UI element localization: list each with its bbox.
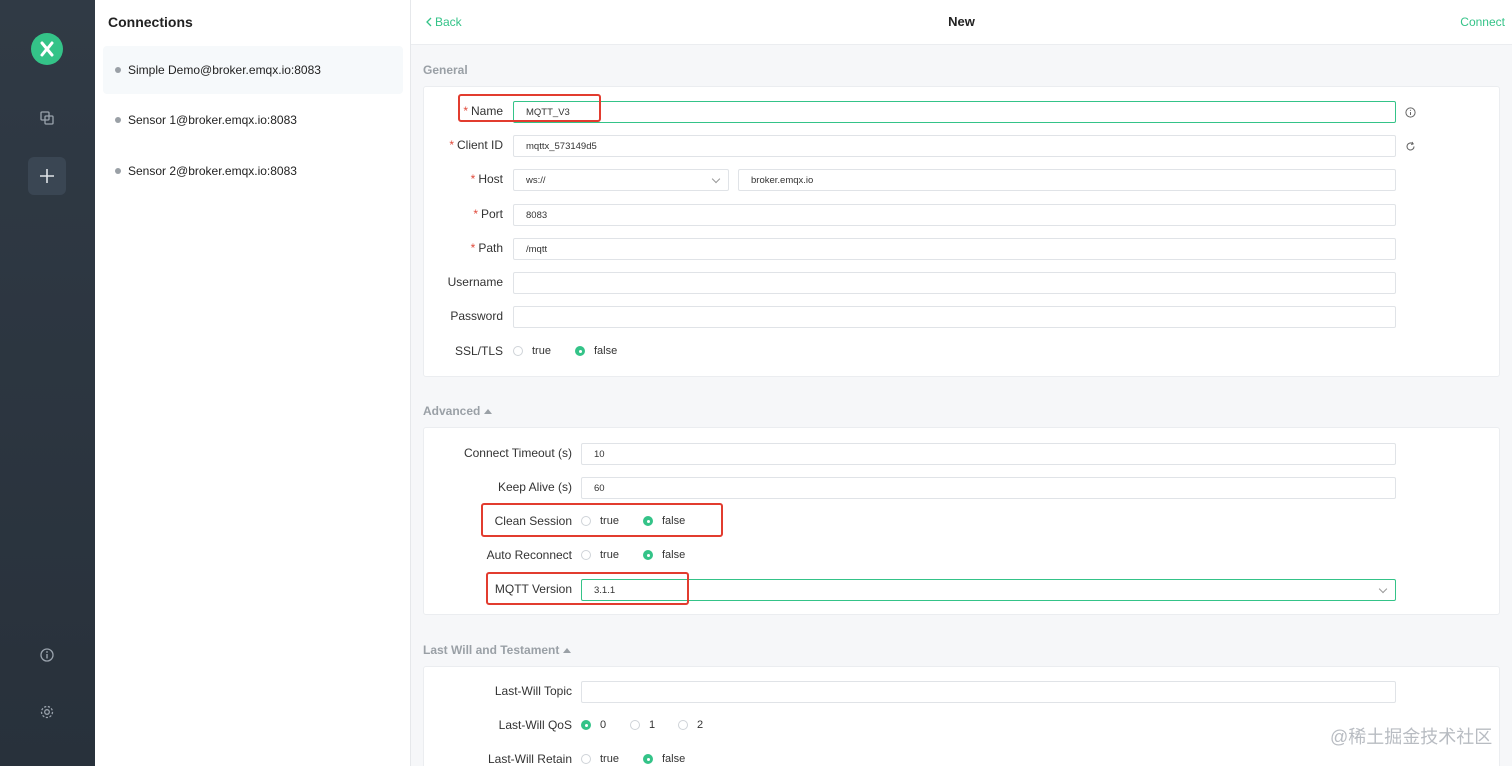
connection-item-label: Sensor 2@broker.emqx.io:8083 [128,164,297,178]
connect-button[interactable]: Connect [1460,15,1505,29]
connections-title: Connections [108,14,193,30]
caret-up-icon [563,647,572,653]
status-dot-icon [115,117,121,123]
chevron-down-icon [711,174,721,184]
protocol-select[interactable]: ws:// [513,169,729,191]
copy-icon [40,111,54,125]
highlight-box-clean-session [481,503,723,537]
keep-alive-label: Keep Alive (s) [497,480,572,494]
password-label: Password [450,309,503,323]
connection-item[interactable]: Sensor 1@broker.emqx.io:8083 [103,96,403,144]
status-dot-icon [115,67,121,73]
connection-item-label: Sensor 1@broker.emqx.io:8083 [128,113,297,127]
lwt-retain-false-radio[interactable]: false [643,753,685,765]
info-icon [40,648,54,662]
page-header: Back New Connect [411,0,1512,45]
path-input[interactable]: /mqtt [513,238,1396,260]
status-dot-icon [115,168,121,174]
lwt-section-title[interactable]: Last Will and Testament [423,643,572,657]
protocol-value: ws:// [526,174,546,186]
lwt-retain-label: Last-Will Retain [487,752,572,766]
chevron-down-icon [1378,584,1388,594]
plus-icon [40,169,54,183]
host-label: * Host [470,172,503,186]
ssl-false-radio[interactable]: false [575,345,617,357]
lwt-topic-input[interactable] [581,681,1396,703]
host-input[interactable]: broker.emqx.io [738,169,1396,191]
port-input[interactable]: 8083 [513,204,1396,226]
lwt-retain-true-radio[interactable]: true [581,753,619,765]
connect-timeout-label: Connect Timeout (s) [463,446,572,460]
settings-nav-button[interactable] [28,693,66,731]
ssl-true-radio[interactable]: true [513,345,551,357]
lwt-qos-1-radio[interactable]: 1 [630,719,655,731]
info-icon[interactable] [1404,106,1416,118]
advanced-section-title[interactable]: Advanced [423,404,493,418]
lwt-qos-0-radio[interactable]: 0 [581,719,606,731]
connections-nav-button[interactable] [28,99,66,137]
username-input[interactable] [513,272,1396,294]
connection-item[interactable]: Simple Demo@broker.emqx.io:8083 [103,46,403,94]
username-label: Username [447,275,503,289]
auto-reconnect-true-radio[interactable]: true [581,549,619,561]
app-sidebar [0,0,95,766]
auto-reconnect-false-radio[interactable]: false [643,549,685,561]
path-label: * Path [470,241,503,255]
name-input[interactable]: MQTT_V3 [513,101,1396,123]
port-label: * Port [473,207,503,221]
client-id-input[interactable]: mqttx_573149d5 [513,135,1396,157]
highlight-box-name [458,94,601,122]
lwt-topic-label: Last-Will Topic [494,684,572,698]
refresh-icon[interactable] [1404,140,1416,152]
advanced-section-label: Advanced [423,404,481,418]
gear-icon [40,705,54,719]
highlight-box-mqtt-version [486,572,689,605]
connection-item[interactable]: Sensor 2@broker.emqx.io:8083 [103,147,403,195]
password-input[interactable] [513,306,1396,328]
connections-panel: Connections Simple Demo@broker.emqx.io:8… [95,0,411,766]
general-section-title: General [423,63,468,77]
page-title: New [948,14,975,29]
connect-timeout-input[interactable]: 10 [581,443,1396,465]
watermark-text: @稀土掘金技术社区 [1330,727,1493,747]
client-id-label: * Client ID [449,138,503,152]
connection-item-label: Simple Demo@broker.emqx.io:8083 [128,63,321,77]
keep-alive-input[interactable]: 60 [581,477,1396,499]
caret-up-icon [484,408,493,414]
new-connection-nav-button[interactable] [28,157,66,195]
mqttx-logo-icon [31,33,63,65]
general-card [423,86,1500,377]
lwt-qos-label: Last-Will QoS [498,718,572,732]
lwt-qos-2-radio[interactable]: 2 [678,719,703,731]
lwt-section-label: Last Will and Testament [423,643,560,657]
mqtt-version-select[interactable]: 3.1.1 [581,579,1396,601]
about-nav-button[interactable] [28,636,66,674]
auto-reconnect-label: Auto Reconnect [486,548,572,562]
ssl-label: SSL/TLS [454,344,503,358]
general-section-label: General [423,63,468,77]
